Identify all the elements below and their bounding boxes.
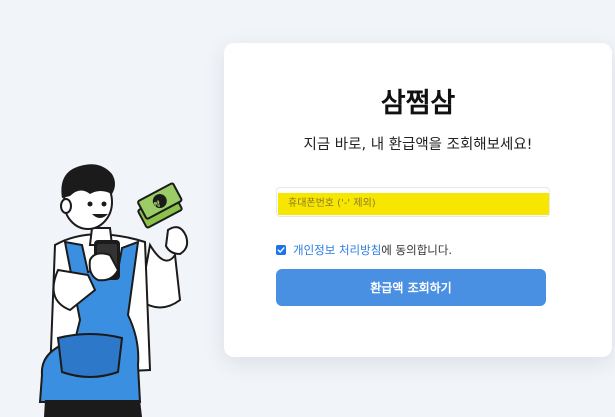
consent-checkbox[interactable] (276, 245, 286, 255)
checkmark-icon (277, 247, 285, 253)
phone-number-input[interactable] (277, 188, 549, 216)
check-refund-button[interactable]: 환급액 조회하기 (276, 269, 546, 306)
app-title: 삼쩜삼 (380, 88, 456, 119)
privacy-policy-link[interactable]: 개인정보 처리방침 (293, 242, 381, 258)
phone-field-container (276, 187, 550, 217)
subtitle: 지금 바로, 내 환급액을 조회해보세요! (303, 137, 533, 153)
consent-row: 개인정보 처리방침 에 동의합니다. (276, 242, 452, 258)
refund-inquiry-card: 삼쩜삼 지금 바로, 내 환급액을 조회해보세요! 개인정보 처리방침 에 동의… (224, 43, 612, 357)
consent-text: 에 동의합니다. (381, 243, 453, 257)
person-with-phone-and-money-illustration: ₩ (38, 164, 189, 417)
